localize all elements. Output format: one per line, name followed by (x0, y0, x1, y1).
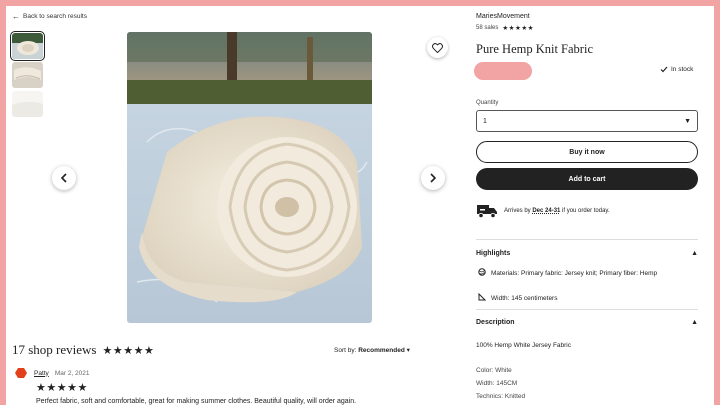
chevron-up-icon: ▲ (691, 319, 698, 326)
stock-status: In stock (660, 66, 693, 73)
shop-stars: ★★★★★ (502, 25, 534, 32)
main-product-image[interactable] (127, 32, 372, 323)
chevron-up-icon: ▲ (691, 250, 698, 257)
review-rating-stars: ★★★★★ (36, 382, 88, 394)
highlights-heading: Highlights (476, 250, 511, 257)
previous-image-button[interactable] (52, 166, 76, 190)
quantity-label: Quantity (476, 100, 499, 106)
favorite-button[interactable] (427, 37, 448, 58)
buy-now-button[interactable]: Buy it now (476, 141, 698, 163)
back-to-search-link[interactable]: ← Back to search results (12, 11, 87, 21)
thumbnail-3[interactable] (12, 91, 43, 117)
sort-value: Recommended (358, 347, 405, 354)
product-title: Pure Hemp Knit Fabric (476, 42, 593, 56)
highlight-width-text: Width: 145 centimeters (491, 295, 558, 302)
thumbnail-1[interactable] (10, 31, 45, 61)
quantity-select[interactable]: 1 ▼ (476, 110, 698, 132)
price-badge (474, 62, 532, 80)
back-link-label: Back to search results (23, 13, 87, 20)
next-image-button[interactable] (421, 166, 445, 190)
highlights-toggle[interactable]: Highlights ▲ (476, 250, 698, 257)
shop-name-link[interactable]: MariesMovement (476, 13, 530, 20)
review-date: Mar 2, 2021 (54, 369, 90, 377)
checkmark-icon (660, 66, 668, 73)
highlight-width: Width: 145 centimeters (478, 292, 558, 306)
sort-dropdown[interactable]: Sort by: Recommended ▾ (334, 346, 410, 354)
chevron-down-icon: ▾ (406, 347, 410, 354)
description-toggle[interactable]: Description ▲ (476, 319, 698, 326)
arrives-dates[interactable]: Dec 24-31 (532, 208, 560, 214)
review-text: Perfect fabric, soft and comfortable, gr… (36, 398, 357, 405)
product-page: ← Back to search results 17 shop reviews… (6, 6, 714, 405)
reviews-count-label: 17 shop reviews (12, 342, 97, 357)
thumbnail-strip (10, 31, 45, 120)
description-heading: Description (476, 319, 515, 326)
thumbnail-2[interactable] (12, 62, 43, 88)
chevron-left-icon (60, 173, 67, 183)
description-line: 100% Hemp White Jersey Fabric (476, 342, 572, 349)
avatar (15, 368, 27, 378)
arrow-left-icon: ← (12, 11, 20, 21)
quantity-value: 1 (483, 117, 487, 125)
add-to-cart-button[interactable]: Add to cart (476, 168, 698, 190)
arrives-prefix: Arrives by (504, 208, 531, 214)
ruler-icon (478, 292, 487, 306)
truck-icon (477, 205, 497, 219)
sort-prefix: Sort by: (334, 347, 357, 354)
arrives-suffix: if you order today. (562, 208, 610, 214)
reviewer-name-link[interactable]: Patty (34, 370, 49, 377)
description-line: Technics: Knitted (476, 393, 526, 400)
description-line: Color: White (476, 367, 512, 374)
review-author: Patty Mar 2, 2021 (14, 367, 90, 379)
shop-rating-stars: ★★★★★ (102, 344, 155, 357)
yarn-icon (478, 268, 486, 281)
delivery-estimate: Arrives by Dec 24-31 if you order today. (476, 203, 610, 219)
stock-label: In stock (671, 66, 694, 73)
dropdown-arrow-icon: ▼ (684, 117, 691, 125)
shop-reviews-heading: 17 shop reviews ★★★★★ (12, 342, 154, 358)
highlight-materials-text: Materials: Primary fabric: Jersey knit; … (491, 270, 658, 277)
shop-sales: 58 sales ★★★★★ (476, 24, 534, 32)
divider (476, 309, 698, 310)
chevron-right-icon (430, 173, 437, 183)
sales-count: 58 sales (476, 25, 499, 31)
description-line: Width: 145CM (476, 380, 518, 387)
highlight-materials: Materials: Primary fabric: Jersey knit; … (478, 268, 693, 281)
divider (476, 239, 698, 240)
heart-icon (432, 42, 443, 53)
